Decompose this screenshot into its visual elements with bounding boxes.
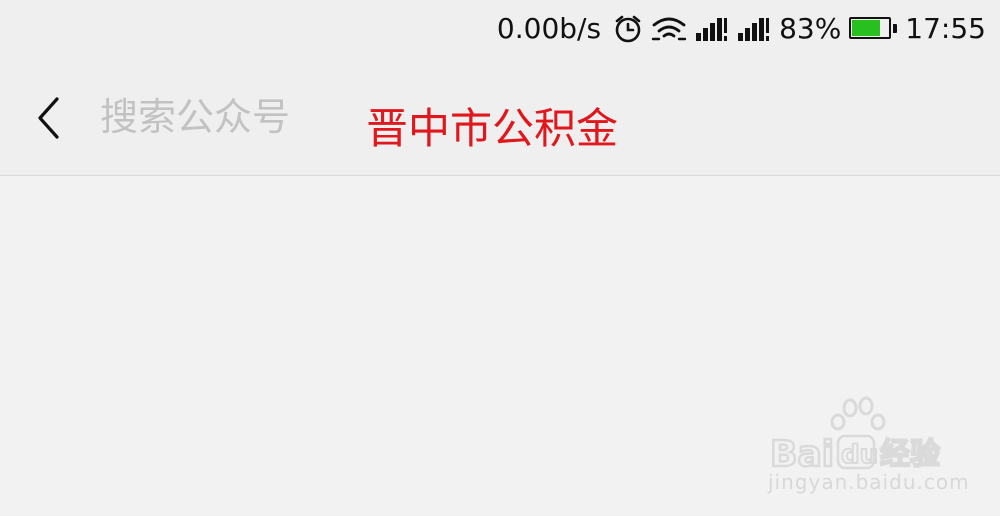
battery-fill — [852, 20, 881, 36]
status-bar: 0.00b/s 83% 17:55 — [0, 0, 1000, 60]
back-button[interactable] — [28, 92, 68, 144]
clock-time: 17:55 — [905, 12, 986, 45]
signal-icon — [737, 16, 771, 42]
baidu-watermark: Bai du 经验 jingyan.baidu.com — [768, 394, 970, 494]
search-hint-text: 晋中市公积金 — [366, 104, 619, 153]
battery-icon — [849, 17, 898, 41]
svg-text:du: du — [841, 440, 878, 470]
watermark-url: jingyan.baidu.com — [768, 470, 970, 494]
alarm-icon — [613, 14, 643, 44]
battery-percent: 83% — [779, 12, 842, 45]
network-speed: 0.00b/s — [496, 12, 602, 45]
status-bar-right: 0.00b/s 83% 17:55 — [497, 12, 986, 46]
chevron-left-icon — [38, 97, 59, 139]
baidu-paw-logo: Bai du 经验 — [769, 396, 941, 476]
signal-icon — [695, 16, 729, 42]
wifi-icon — [651, 15, 687, 43]
svg-text:经验: 经验 — [880, 437, 940, 472]
svg-text:Bai: Bai — [770, 434, 834, 472]
